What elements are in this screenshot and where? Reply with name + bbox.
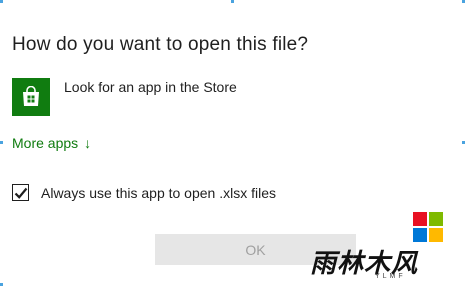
watermark-subtext: YLMF: [375, 273, 406, 280]
resize-handle[interactable]: [231, 0, 234, 3]
resize-handle[interactable]: [0, 0, 3, 3]
store-option-label: Look for an app in the Store: [64, 79, 237, 95]
always-use-checkbox[interactable]: [12, 184, 29, 201]
store-bag-icon: [12, 78, 50, 116]
resize-handle[interactable]: [0, 141, 3, 144]
store-option[interactable]: Look for an app in the Store: [12, 78, 312, 116]
dialog-title: How do you want to open this file?: [12, 34, 309, 55]
more-apps-label: More apps: [12, 135, 79, 151]
arrow-down-icon: ↓: [84, 135, 92, 151]
more-apps-link[interactable]: More apps ↓: [12, 135, 91, 151]
open-with-dialog: How do you want to open this file? Look …: [0, 0, 465, 286]
checkmark-icon: [14, 187, 27, 199]
always-use-label: Always use this app to open .xlsx files: [41, 184, 277, 201]
windows-logo-icon: [413, 212, 443, 242]
always-use-option[interactable]: Always use this app to open .xlsx files: [12, 184, 276, 201]
